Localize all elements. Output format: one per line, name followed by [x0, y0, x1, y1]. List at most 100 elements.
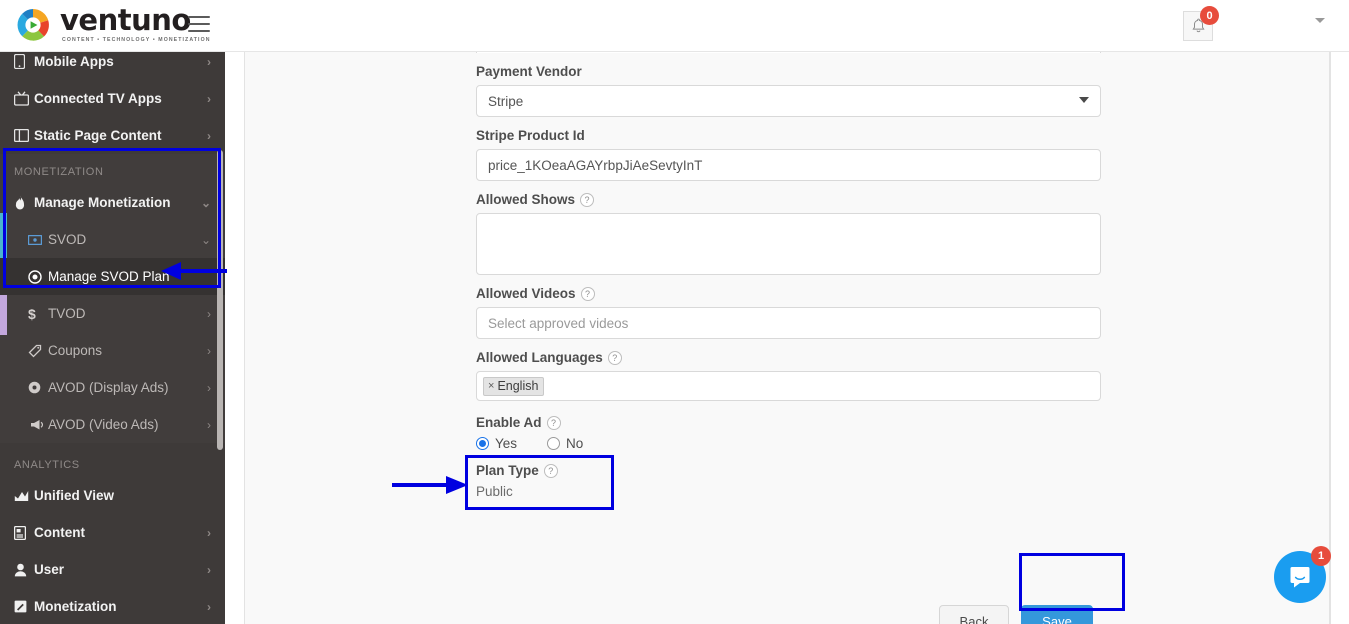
- sidebar-item-label: Mobile Apps: [34, 54, 114, 69]
- ventuno-logo-icon: [14, 6, 52, 44]
- card-icon: [28, 234, 48, 245]
- brand-logo[interactable]: ventuno CONTENT • TECHNOLOGY • MONETIZAT…: [14, 6, 211, 44]
- payment-vendor-select[interactable]: Stripe: [476, 85, 1101, 117]
- svod-plan-form: Payment Vendor Stripe Stripe Product Id …: [476, 43, 1101, 499]
- sidebar-item-label: AVOD (Display Ads): [48, 380, 169, 395]
- sidebar-item-tvod[interactable]: $ TVOD ›: [0, 295, 225, 332]
- plan-type-value: Public: [476, 484, 513, 499]
- page-icon: [14, 129, 34, 142]
- chevron-down-icon[interactable]: [1079, 97, 1089, 103]
- sidebar-scrollbar-thumb[interactable]: [217, 150, 223, 450]
- flame-icon: [14, 195, 34, 210]
- disc-icon: [28, 381, 48, 394]
- allowed-languages-label-text: Allowed Languages: [476, 350, 603, 365]
- chevron-right-icon: ›: [207, 380, 211, 395]
- allowed-shows-textarea[interactable]: [476, 213, 1101, 275]
- sidebar-item-label: Manage Monetization: [34, 195, 171, 210]
- language-tag-label: English: [497, 378, 539, 393]
- allowed-shows-label-text: Allowed Shows: [476, 192, 576, 207]
- edit-icon: [14, 600, 34, 613]
- allowed-videos-label-text: Allowed Videos: [476, 286, 576, 301]
- content-right-divider: [1330, 45, 1331, 624]
- chevron-right-icon: ›: [207, 306, 211, 321]
- plan-type-label-text: Plan Type: [476, 463, 539, 478]
- plan-type-label: Plan Type ?: [476, 463, 1101, 478]
- sidebar-item-coupons[interactable]: Coupons ›: [0, 332, 225, 369]
- sidebar-item-avod-display-ads[interactable]: AVOD (Display Ads) ›: [0, 369, 225, 406]
- sidebar-item-label: AVOD (Video Ads): [48, 417, 159, 432]
- sidebar-item-manage-svod-plan[interactable]: Manage SVOD Plan: [0, 258, 225, 295]
- save-button[interactable]: Save: [1021, 605, 1093, 624]
- stripe-product-id-label: Stripe Product Id: [476, 128, 1101, 143]
- chevron-right-icon: ›: [207, 128, 211, 143]
- sidebar-item-unified-view[interactable]: Unified View: [0, 477, 225, 514]
- help-icon[interactable]: ?: [546, 415, 561, 430]
- allowed-videos-label: Allowed Videos ?: [476, 286, 1101, 301]
- sidebar-item-label: Connected TV Apps: [34, 91, 162, 106]
- payment-vendor-label: Payment Vendor: [476, 64, 1101, 79]
- payment-vendor-select-wrap: Stripe: [476, 85, 1101, 117]
- enable-ad-option-yes-label: Yes: [495, 436, 518, 451]
- help-icon[interactable]: ?: [543, 463, 558, 478]
- allowed-videos-input[interactable]: Select approved videos: [476, 307, 1101, 339]
- enable-ad-option-no[interactable]: No: [547, 436, 583, 451]
- sidebar-section-heading-monetization: MONETIZATION: [14, 166, 104, 178]
- back-button[interactable]: Back: [939, 605, 1009, 624]
- sidebar-nav: Mobile Apps › Connected TV Apps › Static…: [0, 45, 225, 624]
- sidebar-item-connected-tv-apps[interactable]: Connected TV Apps ›: [0, 80, 225, 117]
- sidebar-item-manage-monetization[interactable]: Manage Monetization ⌄: [0, 184, 225, 221]
- profile-dropdown-caret-icon[interactable]: [1315, 18, 1325, 23]
- chevron-right-icon: ›: [207, 599, 211, 614]
- radio-yes-icon[interactable]: [476, 437, 489, 450]
- top-header: ventuno CONTENT • TECHNOLOGY • MONETIZAT…: [0, 0, 1349, 52]
- sidebar-item-label: Static Page Content: [34, 128, 162, 143]
- help-icon[interactable]: ?: [580, 286, 595, 301]
- radio-no-icon[interactable]: [547, 437, 561, 450]
- sidebar-item-avod-video-ads[interactable]: AVOD (Video Ads) ›: [0, 406, 225, 443]
- chevron-right-icon: ›: [207, 417, 211, 432]
- allowed-languages-input[interactable]: × English: [476, 371, 1101, 401]
- form-actions: Back Save: [939, 605, 1093, 624]
- language-tag[interactable]: × English: [483, 376, 545, 396]
- help-icon[interactable]: ?: [607, 350, 622, 365]
- tag-icon: [28, 344, 48, 358]
- sidebar-item-label: Coupons: [48, 343, 103, 358]
- stripe-product-id-input[interactable]: price_1KOeaAGAYrbpJiAeSevtyInT: [476, 149, 1101, 181]
- sidebar-section-heading-analytics: ANALYTICS: [14, 459, 80, 471]
- main-content: Payment Vendor Stripe Stripe Product Id …: [225, 43, 1349, 624]
- user-icon: [14, 563, 34, 577]
- help-icon[interactable]: ?: [580, 192, 595, 207]
- sidebar-item-label: Monetization: [34, 599, 117, 614]
- sidebar-item-label: User: [34, 562, 65, 577]
- stripe-product-id-label-text: Stripe Product Id: [476, 128, 585, 143]
- sidebar-item-static-page-content[interactable]: Static Page Content ›: [0, 117, 225, 154]
- enable-ad-option-no-label: No: [566, 436, 584, 451]
- document-icon: [14, 525, 34, 540]
- sidebar-item-user[interactable]: User ›: [0, 551, 225, 588]
- app-root: ventuno CONTENT • TECHNOLOGY • MONETIZAT…: [0, 0, 1349, 624]
- remove-tag-icon[interactable]: ×: [488, 380, 494, 392]
- enable-ad-label: Enable Ad ?: [476, 415, 1101, 430]
- chevron-right-icon: ›: [207, 525, 211, 540]
- hamburger-icon[interactable]: [188, 16, 210, 34]
- enable-ad-label-text: Enable Ad: [476, 415, 542, 430]
- sidebar-item-monetization-analytics[interactable]: Monetization ›: [0, 588, 225, 624]
- chevron-right-icon: ›: [207, 343, 211, 358]
- allowed-languages-label: Allowed Languages ?: [476, 350, 1101, 365]
- sidebar-item-label: Unified View: [34, 488, 115, 503]
- enable-ad-option-yes[interactable]: Yes: [476, 436, 517, 451]
- sidebar-item-svod[interactable]: SVOD ⌄: [0, 221, 225, 258]
- allowed-shows-label: Allowed Shows ?: [476, 192, 1101, 207]
- sidebar-item-label: Manage SVOD Plan: [48, 269, 170, 284]
- chevron-right-icon: ›: [207, 54, 211, 69]
- sidebar-item-label: TVOD: [48, 306, 86, 321]
- sidebar-item-label: Content: [34, 525, 85, 540]
- chevron-right-icon: ›: [207, 91, 211, 106]
- sidebar-item-label: SVOD: [48, 232, 87, 247]
- mobile-icon: [14, 54, 34, 69]
- radio-target-icon: [28, 269, 48, 284]
- sidebar-group-monetization: MONETIZATION Manage Monetization ⌄ SVOD …: [0, 154, 225, 443]
- sidebar-group-analytics: ANALYTICS Unified View Content › User › …: [0, 447, 225, 624]
- sidebar-item-content[interactable]: Content ›: [0, 514, 225, 551]
- chevron-down-icon: ⌄: [200, 195, 211, 210]
